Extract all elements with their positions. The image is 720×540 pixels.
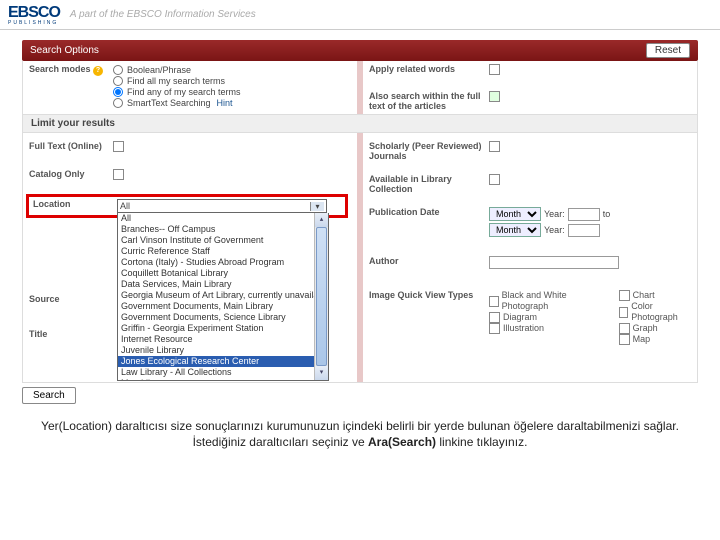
iqv-chart-checkbox[interactable] (619, 290, 630, 301)
iqv-map-label: Map (633, 334, 651, 345)
location-value: All (120, 201, 130, 211)
location-dropdown-list[interactable]: ▴ ▾ AllBranches-- Off CampusCarl Vinson … (117, 213, 329, 381)
iqv-label: Image Quick View Types (369, 290, 489, 300)
also-search-label: Also search within the full text of the … (369, 91, 489, 111)
scrollbar[interactable]: ▴ ▾ (314, 213, 328, 380)
location-option[interactable]: Georgia Museum of Art Library, currently… (118, 290, 328, 301)
search-button[interactable]: Search (22, 387, 76, 404)
iqv-diagram-checkbox[interactable] (489, 312, 500, 323)
location-option[interactable]: All (118, 213, 328, 224)
mode-any-radio[interactable] (113, 87, 123, 97)
year-from-input[interactable] (568, 208, 600, 221)
mode-smart-label: SmartText Searching (127, 98, 211, 108)
hint-link[interactable]: Hint (217, 98, 233, 108)
author-input[interactable] (489, 256, 619, 269)
mode-any-label: Find any of my search terms (127, 87, 241, 97)
iqv-bw-checkbox[interactable] (489, 296, 499, 307)
location-option[interactable]: Branches-- Off Campus (118, 224, 328, 235)
year-to-input[interactable] (568, 224, 600, 237)
iqv-graph-label: Graph (633, 323, 658, 334)
location-label: Location (33, 199, 117, 213)
scholarly-label: Scholarly (Peer Reviewed) Journals (369, 141, 489, 161)
scroll-thumb[interactable] (316, 227, 327, 366)
iqv-graph-checkbox[interactable] (619, 323, 630, 334)
iqv-illustration-checkbox[interactable] (489, 323, 500, 334)
apply-related-checkbox[interactable] (489, 64, 500, 75)
location-option[interactable]: Carl Vinson Institute of Government (118, 235, 328, 246)
also-search-checkbox[interactable] (489, 91, 500, 102)
year-to-label: Year: (544, 225, 565, 235)
logo: EBSCO PUBLISHING (8, 4, 70, 26)
scroll-up-icon[interactable]: ▴ (315, 213, 328, 227)
year-from-label: Year: (544, 209, 565, 219)
search-modes-label: Search modes (29, 64, 91, 74)
instruction-caption: Yer(Location) daraltıcısı size sonuçları… (0, 408, 720, 458)
iqv-map-checkbox[interactable] (619, 334, 630, 345)
mode-boolean-label: Boolean/Phrase (127, 65, 191, 75)
location-option[interactable]: Government Documents, Science Library (118, 312, 328, 323)
iqv-color-checkbox[interactable] (619, 307, 629, 318)
location-option[interactable]: Data Services, Main Library (118, 279, 328, 290)
iqv-diagram-label: Diagram (503, 312, 537, 323)
pub-date-label: Publication Date (369, 207, 489, 217)
location-option[interactable]: Government Documents, Main Library (118, 301, 328, 312)
iqv-illustration-label: Illustration (503, 323, 544, 334)
search-options-label: Search Options (30, 45, 99, 56)
chevron-down-icon: ▾ (310, 202, 324, 211)
scholarly-checkbox[interactable] (489, 141, 500, 152)
iqv-chart-label: Chart (633, 290, 655, 301)
to-label: to (603, 209, 611, 219)
month-to-select[interactable]: Month (489, 223, 541, 237)
catalog-only-checkbox[interactable] (113, 169, 124, 180)
location-option[interactable]: Coquillett Botanical Library (118, 268, 328, 279)
location-option[interactable]: Griffin - Georgia Experiment Station (118, 323, 328, 334)
location-option[interactable]: Internet Resource (118, 334, 328, 345)
iqv-color-label: Color Photograph (631, 301, 691, 323)
mode-all-radio[interactable] (113, 76, 123, 86)
location-option[interactable]: Curric Reference Staff (118, 246, 328, 257)
available-checkbox[interactable] (489, 174, 500, 185)
location-option[interactable]: Cortona (Italy) - Studies Abroad Program (118, 257, 328, 268)
title-label: Title (29, 329, 113, 339)
full-text-label: Full Text (Online) (29, 141, 113, 151)
source-label: Source (29, 294, 113, 304)
location-select[interactable]: All ▾ (117, 199, 327, 213)
page-header: EBSCO PUBLISHING A part of the EBSCO Inf… (0, 0, 720, 30)
location-option[interactable]: Jones Ecological Research Center (118, 356, 328, 367)
full-text-checkbox[interactable] (113, 141, 124, 152)
apply-related-label: Apply related words (369, 64, 489, 74)
location-option[interactable]: Law Library - All Collections (118, 367, 328, 378)
limit-results-bar: Limit your results (22, 115, 698, 133)
available-label: Available in Library Collection (369, 174, 489, 194)
author-label: Author (369, 256, 489, 266)
scroll-down-icon[interactable]: ▾ (315, 366, 328, 380)
month-from-select[interactable]: Month (489, 207, 541, 221)
help-icon[interactable]: ? (93, 66, 103, 76)
mode-smart-radio[interactable] (113, 98, 123, 108)
catalog-only-label: Catalog Only (29, 169, 113, 179)
reset-button[interactable]: Reset (646, 43, 690, 58)
mode-boolean-radio[interactable] (113, 65, 123, 75)
mode-all-label: Find all my search terms (127, 76, 225, 86)
location-option[interactable]: Map Library (118, 378, 328, 381)
tagline: A part of the EBSCO Information Services (70, 9, 256, 20)
iqv-bw-label: Black and White Photograph (502, 290, 599, 312)
search-options-bar: Search Options Reset (22, 40, 698, 61)
location-option[interactable]: Juvenile Library (118, 345, 328, 356)
